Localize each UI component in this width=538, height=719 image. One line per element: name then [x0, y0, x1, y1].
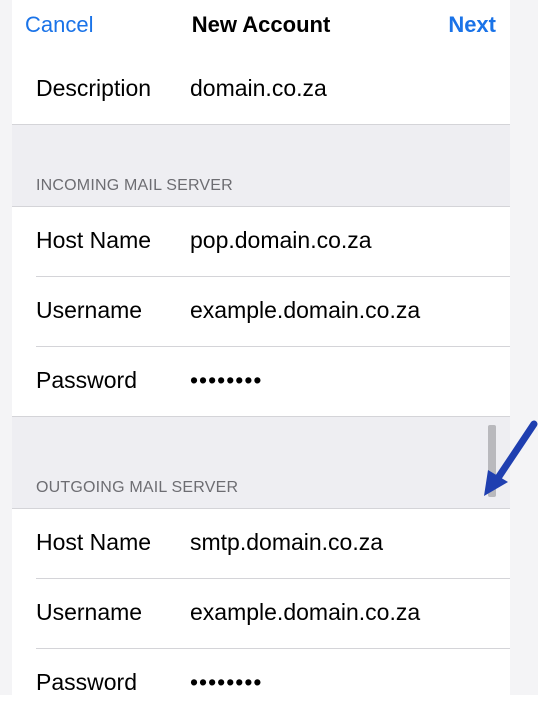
right-edge-backdrop: [510, 0, 538, 695]
incoming-username-row[interactable]: Username example.domain.co.za: [12, 277, 510, 347]
incoming-host-field[interactable]: pop.domain.co.za: [190, 227, 372, 254]
incoming-host-row[interactable]: Host Name pop.domain.co.za: [12, 207, 510, 277]
outgoing-host-row[interactable]: Host Name smtp.domain.co.za: [12, 509, 510, 579]
outgoing-mail-server-header: OUTGOING MAIL SERVER: [12, 417, 510, 509]
incoming-username-field[interactable]: example.domain.co.za: [190, 297, 420, 324]
outgoing-username-label: Username: [36, 599, 143, 625]
incoming-mail-server-header: INCOMING MAIL SERVER: [12, 125, 510, 207]
outgoing-host-field[interactable]: smtp.domain.co.za: [190, 529, 383, 556]
next-button[interactable]: Next: [448, 12, 496, 38]
incoming-username-label: Username: [36, 297, 143, 323]
outgoing-password-row[interactable]: Password ••••••••: [12, 649, 510, 719]
incoming-host-label: Host Name: [36, 227, 152, 253]
outgoing-password-label: Password: [36, 669, 137, 695]
left-edge-backdrop: [0, 0, 12, 695]
outgoing-password-field[interactable]: ••••••••: [190, 669, 262, 696]
outgoing-username-field[interactable]: example.domain.co.za: [190, 599, 420, 626]
description-row[interactable]: Description domain.co.za: [12, 55, 510, 125]
outgoing-username-row[interactable]: Username example.domain.co.za: [12, 579, 510, 649]
new-account-sheet: Cancel New Account Next Description doma…: [12, 0, 510, 719]
description-field[interactable]: domain.co.za: [190, 75, 327, 102]
incoming-password-label: Password: [36, 367, 137, 393]
navigation-bar: Cancel New Account Next: [12, 0, 510, 52]
incoming-password-field[interactable]: ••••••••: [190, 367, 262, 394]
outgoing-header-text: OUTGOING MAIL SERVER: [36, 479, 239, 496]
outgoing-host-label: Host Name: [36, 529, 152, 555]
page-title: New Account: [191, 12, 331, 37]
incoming-password-row[interactable]: Password ••••••••: [12, 347, 510, 417]
description-label: Description: [36, 75, 152, 101]
annotation-arrow-icon: [484, 420, 538, 496]
incoming-header-text: INCOMING MAIL SERVER: [36, 177, 233, 194]
